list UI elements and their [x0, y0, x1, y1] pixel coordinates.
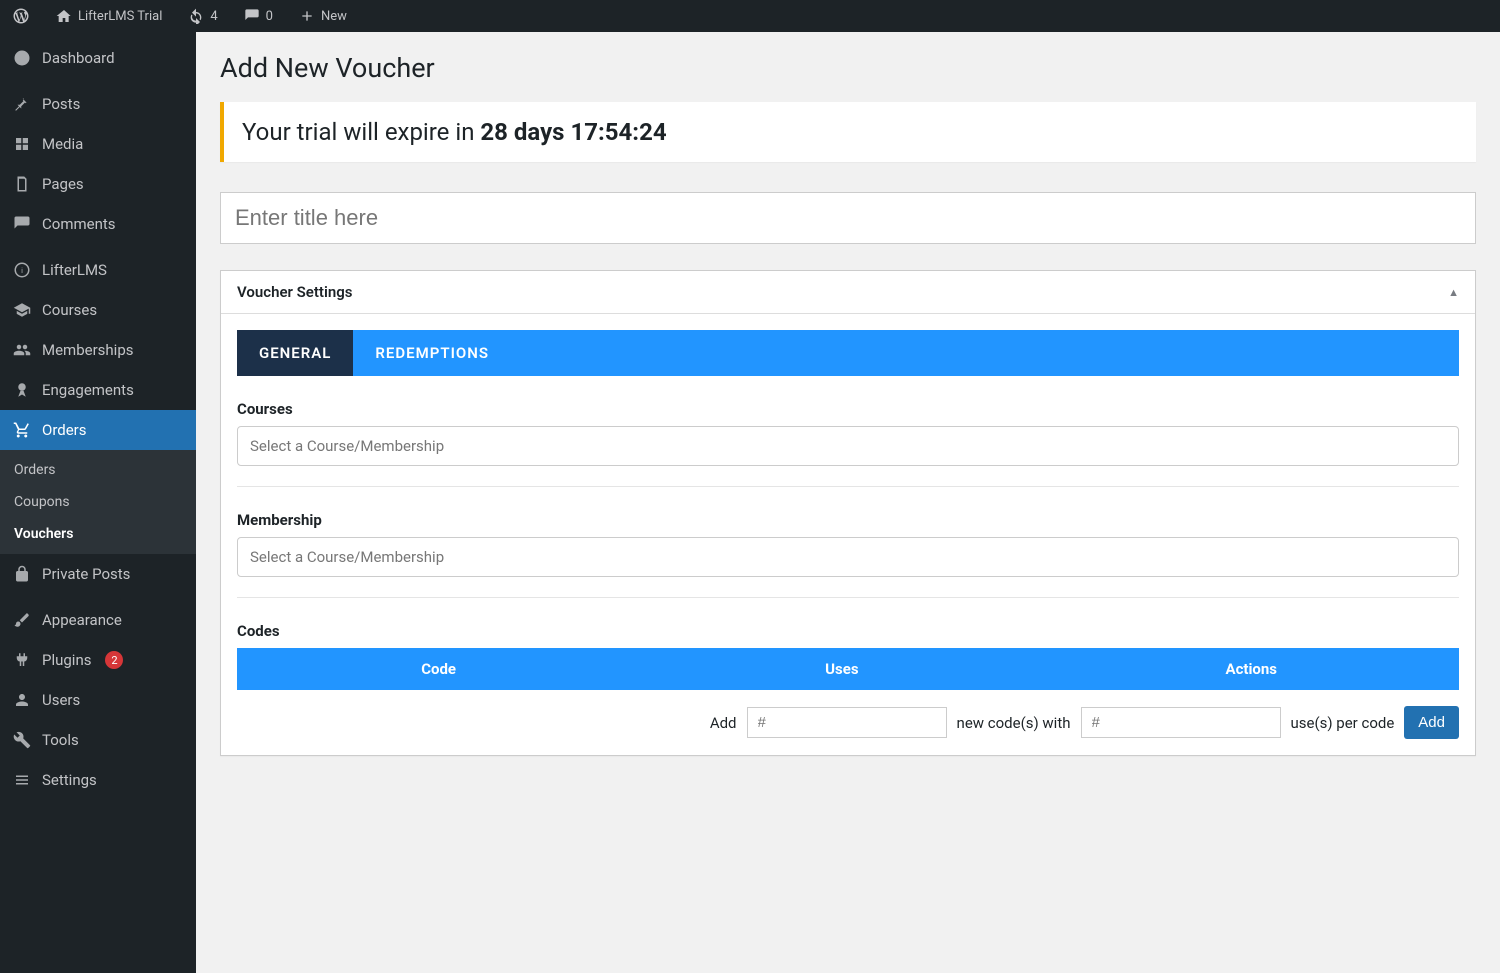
- svg-text:i: i: [21, 266, 23, 275]
- user-icon: [12, 690, 32, 710]
- num-codes-input[interactable]: [747, 707, 947, 738]
- sidebar-item-lifterlms[interactable]: i LifterLMS: [0, 250, 196, 290]
- lock-icon: [12, 564, 32, 584]
- sidebar-item-appearance[interactable]: Appearance: [0, 600, 196, 640]
- sidebar-item-settings[interactable]: Settings: [0, 760, 196, 800]
- sidebar-item-courses[interactable]: Courses: [0, 290, 196, 330]
- codes-table: Code Uses Actions: [237, 648, 1459, 690]
- submenu-item-coupons[interactable]: Coupons: [0, 486, 196, 518]
- courses-label: Courses: [237, 400, 1459, 418]
- new-content-link[interactable]: New: [293, 8, 353, 24]
- settings-icon: [12, 770, 32, 790]
- brush-icon: [12, 610, 32, 630]
- group-icon: [12, 340, 32, 360]
- update-icon: [188, 8, 204, 24]
- home-icon: [56, 8, 72, 24]
- tab-general[interactable]: GENERAL: [237, 330, 353, 376]
- award-icon: [12, 380, 32, 400]
- sidebar-item-engagements[interactable]: Engagements: [0, 370, 196, 410]
- wordpress-icon: [12, 7, 30, 25]
- add-label: Add: [710, 714, 737, 732]
- orders-submenu: Orders Coupons Vouchers: [0, 450, 196, 554]
- admin-bar: LifterLMS Trial 4 0 New: [0, 0, 1500, 32]
- sidebar-item-label: Courses: [42, 301, 97, 319]
- tab-bar: GENERAL REDEMPTIONS: [237, 330, 1459, 376]
- sidebar-item-posts[interactable]: Posts: [0, 84, 196, 124]
- sidebar-item-tools[interactable]: Tools: [0, 720, 196, 760]
- sidebar-item-label: Plugins: [42, 651, 91, 669]
- sidebar-item-dashboard[interactable]: Dashboard: [0, 38, 196, 78]
- sidebar-item-label: Appearance: [42, 611, 122, 629]
- lifterlms-icon: i: [12, 260, 32, 280]
- sidebar-item-label: LifterLMS: [42, 261, 107, 279]
- voucher-title-input[interactable]: [220, 192, 1476, 244]
- plugin-icon: [12, 650, 32, 670]
- trial-prefix: Your trial will expire in: [242, 118, 480, 146]
- media-icon: [12, 134, 32, 154]
- voucher-settings-box: Voucher Settings ▲ GENERAL REDEMPTIONS C…: [220, 270, 1476, 756]
- main-content: Add New Voucher Your trial will expire i…: [196, 32, 1500, 973]
- comments-link[interactable]: 0: [238, 8, 279, 24]
- trial-countdown: 28 days 17:54:24: [480, 118, 666, 146]
- sidebar-item-label: Dashboard: [42, 49, 115, 67]
- updates-count: 4: [210, 9, 217, 24]
- plugins-update-badge: 2: [105, 651, 123, 669]
- membership-label: Membership: [237, 511, 1459, 529]
- sidebar-item-users[interactable]: Users: [0, 680, 196, 720]
- sidebar-item-label: Media: [42, 135, 83, 153]
- new-label: New: [321, 9, 347, 24]
- graduation-cap-icon: [12, 300, 32, 320]
- metabox-title: Voucher Settings: [237, 283, 352, 301]
- comment-icon: [12, 214, 32, 234]
- wrench-icon: [12, 730, 32, 750]
- dashboard-icon: [12, 48, 32, 68]
- site-name: LifterLMS Trial: [78, 9, 162, 24]
- sidebar-item-label: Orders: [42, 421, 87, 439]
- wp-logo[interactable]: [6, 7, 36, 25]
- metabox-header[interactable]: Voucher Settings ▲: [221, 271, 1475, 314]
- courses-select[interactable]: Select a Course/Membership: [237, 426, 1459, 466]
- codes-footer: Add new code(s) with use(s) per code Add: [237, 690, 1459, 739]
- sidebar-item-label: Private Posts: [42, 565, 130, 583]
- collapse-icon[interactable]: ▲: [1448, 286, 1459, 299]
- sidebar-item-label: Tools: [42, 731, 79, 749]
- codes-label: Codes: [237, 622, 1459, 640]
- cart-icon: [12, 420, 32, 440]
- uses-per-code-label: use(s) per code: [1291, 714, 1395, 732]
- trial-notice: Your trial will expire in 28 days 17:54:…: [220, 102, 1476, 162]
- sidebar-item-label: Settings: [42, 771, 97, 789]
- sidebar-item-plugins[interactable]: Plugins 2: [0, 640, 196, 680]
- submenu-item-orders[interactable]: Orders: [0, 454, 196, 486]
- sidebar-item-comments[interactable]: Comments: [0, 204, 196, 244]
- sidebar-item-media[interactable]: Media: [0, 124, 196, 164]
- codes-col-code: Code: [237, 648, 640, 690]
- comment-icon: [244, 8, 260, 24]
- sidebar-item-label: Comments: [42, 215, 116, 233]
- page-icon: [12, 174, 32, 194]
- site-name-link[interactable]: LifterLMS Trial: [50, 8, 168, 24]
- sidebar-item-private-posts[interactable]: Private Posts: [0, 554, 196, 594]
- sidebar-item-label: Posts: [42, 95, 80, 113]
- membership-select[interactable]: Select a Course/Membership: [237, 537, 1459, 577]
- sidebar-item-label: Engagements: [42, 381, 134, 399]
- add-button[interactable]: Add: [1404, 706, 1459, 739]
- new-codes-with-label: new code(s) with: [957, 714, 1071, 732]
- sidebar-item-memberships[interactable]: Memberships: [0, 330, 196, 370]
- plus-icon: [299, 8, 315, 24]
- sidebar-item-label: Memberships: [42, 341, 133, 359]
- updates-link[interactable]: 4: [182, 8, 223, 24]
- sidebar-item-label: Users: [42, 691, 80, 709]
- comments-count: 0: [266, 9, 273, 24]
- codes-col-uses: Uses: [640, 648, 1043, 690]
- uses-per-code-input[interactable]: [1081, 707, 1281, 738]
- pin-icon: [12, 94, 32, 114]
- sidebar-item-label: Pages: [42, 175, 84, 193]
- submenu-item-vouchers[interactable]: Vouchers: [0, 518, 196, 550]
- page-title: Add New Voucher: [220, 52, 1476, 84]
- sidebar-item-pages[interactable]: Pages: [0, 164, 196, 204]
- admin-sidebar: Dashboard Posts Media Pages Comments i L…: [0, 32, 196, 973]
- codes-col-actions: Actions: [1044, 648, 1460, 690]
- tab-redemptions[interactable]: REDEMPTIONS: [353, 330, 511, 376]
- sidebar-item-orders[interactable]: Orders: [0, 410, 196, 450]
